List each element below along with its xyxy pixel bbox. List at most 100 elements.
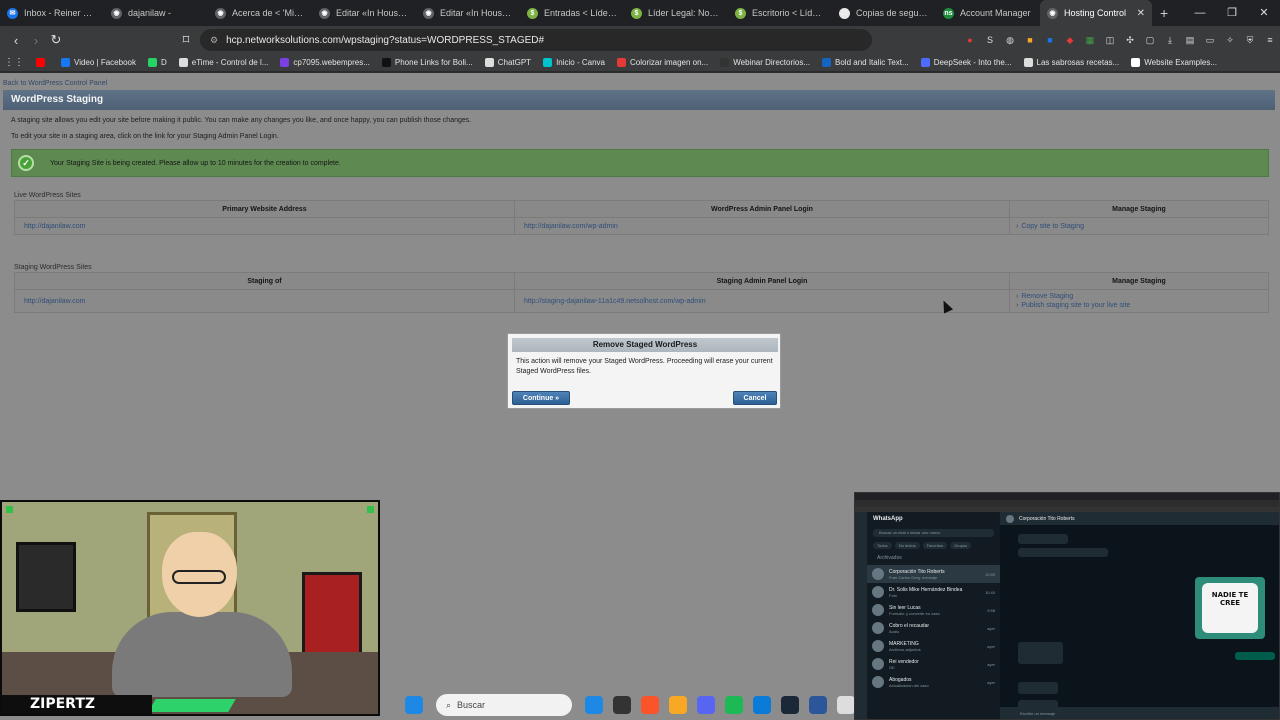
extension-5-icon[interactable]: ■: [1040, 35, 1060, 45]
wa-filter-chip[interactable]: Favoritos: [922, 542, 948, 549]
site-info-icon[interactable]: ⚙: [210, 35, 218, 46]
browser-tab[interactable]: □ Copias de seguridad: [832, 0, 936, 26]
description-text: A staging site allows you edit your site…: [11, 117, 472, 124]
apps-icon[interactable]: ⋮⋮: [4, 57, 24, 68]
taskbar-app-icon[interactable]: [641, 696, 659, 714]
bookmark-item[interactable]: eTime - Control de l...: [178, 58, 268, 67]
browser-tab[interactable]: $ Entradas < Líder Le: [520, 0, 624, 26]
staging-of-link[interactable]: http://dajanilaw.com: [24, 298, 85, 305]
sidebar-icon[interactable]: ▢: [1140, 35, 1160, 46]
bookmark-item[interactable]: Phone Links for Boli...: [381, 58, 473, 67]
back-to-control-panel-link[interactable]: Back to WordPress Control Panel: [3, 80, 107, 87]
taskbar-app-icon[interactable]: [837, 696, 855, 714]
vpn-icon[interactable]: ⛨: [1240, 35, 1260, 46]
taskbar-app-icon[interactable]: [669, 696, 687, 714]
taskbar-app-icon[interactable]: [753, 696, 771, 714]
publish-staging-link[interactable]: Publish staging site to your live site: [1021, 302, 1130, 309]
browser-tab[interactable]: $ Líder Legal: Noticias: [624, 0, 728, 26]
taskbar-app-icon[interactable]: [809, 696, 827, 714]
taskbar-app-icon[interactable]: [781, 696, 799, 714]
start-icon[interactable]: [405, 696, 423, 714]
bookmark-item[interactable]: Las sabrosas recetas...: [1023, 58, 1119, 67]
wa-search-input[interactable]: Buscar un chat o iniciar uno nuevo: [873, 529, 994, 537]
browser-tab[interactable]: ◉ Editar «In House ho: [312, 0, 416, 26]
minimize-button[interactable]: —: [1184, 0, 1216, 26]
bookmark-item[interactable]: ChatGPT: [484, 58, 531, 67]
browser-tab[interactable]: ns Account Manager: [936, 0, 1040, 26]
back-icon[interactable]: ‹: [6, 33, 26, 48]
new-tab-button[interactable]: +: [1160, 5, 1168, 21]
wa-filter-chip[interactable]: Todos: [873, 542, 892, 549]
bookmark-item[interactable]: [36, 58, 49, 67]
taskbar-app-icon[interactable]: [613, 696, 631, 714]
extension-1-icon[interactable]: ●: [960, 35, 980, 45]
bookmark-icon[interactable]: ⌑: [176, 32, 196, 48]
bookmark-item[interactable]: Video | Facebook: [61, 58, 136, 67]
browser-tab[interactable]: ✉ Inbox - Reiner Solis: [0, 0, 104, 26]
bookmark-favicon-icon: [36, 58, 45, 67]
copy-to-staging-link[interactable]: Copy site to Staging: [1021, 223, 1084, 230]
wa-chat-item[interactable]: MARKETING Archivos adjuntos ayer: [867, 637, 1000, 655]
wa-chat-item[interactable]: Sin leer Lucas Formato: y convertir en ca…: [867, 601, 1000, 619]
taskbar-app-icon[interactable]: [725, 696, 743, 714]
live-address-link[interactable]: http://dajanilaw.com: [24, 223, 85, 230]
taskbar-app-icon[interactable]: [697, 696, 715, 714]
bookmark-item[interactable]: Webinar Directorios...: [720, 58, 810, 67]
avatar: [872, 658, 884, 670]
wa-message-input[interactable]: Escribe un mensaje: [1000, 707, 1279, 719]
extension-7-icon[interactable]: ▦: [1080, 35, 1100, 46]
bookmark-favicon-icon: [1023, 58, 1033, 67]
staging-admin-link[interactable]: http://staging-dajanilaw-11a1c49.netsolh…: [524, 298, 706, 305]
extension-4-icon[interactable]: ■: [1020, 35, 1040, 45]
menu-icon[interactable]: ≡: [1260, 35, 1280, 45]
forward-icon[interactable]: ›: [26, 33, 46, 48]
bookmark-item[interactable]: D: [147, 58, 167, 67]
address-bar[interactable]: ⚙ hcp.networksolutions.com/wpstaging?sta…: [200, 29, 872, 51]
reading-list-icon[interactable]: ▤: [1180, 35, 1200, 46]
leo-icon[interactable]: ✧: [1220, 35, 1240, 46]
wallet-icon[interactable]: ▭: [1200, 35, 1220, 46]
maximize-button[interactable]: ❐: [1216, 0, 1248, 26]
extension-2-icon[interactable]: S: [980, 35, 1000, 45]
bullet-icon: ›: [1016, 302, 1019, 309]
extension-6-icon[interactable]: ◆: [1060, 35, 1080, 46]
puzzle-icon[interactable]: ✣: [1120, 35, 1140, 46]
cancel-button[interactable]: Cancel: [733, 391, 777, 405]
remove-staging-link[interactable]: Remove Staging: [1021, 293, 1073, 300]
browser-tab[interactable]: ◉ Hosting Control ✕: [1040, 0, 1152, 26]
close-window-button[interactable]: ✕: [1248, 0, 1280, 26]
extension-8-icon[interactable]: ◫: [1100, 35, 1120, 46]
wa-chat-item[interactable]: Corporación Tito Roberts Fran Carlos Greg…: [867, 565, 1000, 583]
tab-label: Líder Legal: Noticias: [648, 8, 721, 18]
wa-chat-item[interactable]: Abogados Actualización del caso ayer: [867, 673, 1000, 691]
wa-chat-item[interactable]: Cobro el recaudar Audio ayer: [867, 619, 1000, 637]
browser-tab[interactable]: ◉ Acerca de < 'Mi Sitio': [208, 0, 312, 26]
bookmark-item[interactable]: Inicio - Canva: [543, 58, 605, 67]
live-admin-link[interactable]: http://dajanilaw.com/wp-admin: [524, 223, 618, 230]
bookmark-item[interactable]: DeepSeek - Into the...: [920, 58, 1012, 67]
wa-archived[interactable]: Archivados: [867, 551, 1000, 565]
close-tab-icon[interactable]: ✕: [1137, 8, 1145, 19]
download-icon[interactable]: ⤓: [1160, 35, 1180, 46]
bookmark-item[interactable]: cp7095.webempres...: [280, 58, 370, 67]
tab-list: ✉ Inbox - Reiner Solis ◉ dajanilaw - ◉ Acerca…: [0, 0, 1152, 26]
wa-chat-text: MARKETING Archivos adjuntos: [889, 641, 987, 652]
bookmark-favicon-icon: [61, 58, 70, 67]
search-icon: ⌕: [446, 699, 452, 710]
reload-icon[interactable]: ↻: [46, 32, 66, 48]
bookmark-item[interactable]: Colorizar imagen on...: [616, 58, 708, 67]
browser-tab[interactable]: ◉ dajanilaw -: [104, 0, 208, 26]
browser-tab[interactable]: $ Escritorio < Líder Le: [728, 0, 832, 26]
continue-button[interactable]: Continue »: [512, 391, 570, 405]
extension-3-icon[interactable]: ◍: [1000, 35, 1020, 46]
taskbar-app-icon[interactable]: [585, 696, 603, 714]
bookmark-item[interactable]: Bold and Italic Text...: [822, 58, 909, 67]
taskbar-search[interactable]: ⌕ Buscar: [436, 694, 572, 716]
browser-tab[interactable]: ◉ Editar «In House ho: [416, 0, 520, 26]
bookmark-item[interactable]: Website Examples...: [1131, 58, 1217, 67]
wa-chat-item[interactable]: Dr. Solis Mike Hernández Bindea Foto 10:40: [867, 583, 1000, 601]
wa-filter-chip[interactable]: No leídos: [894, 542, 920, 549]
wa-filter-chip[interactable]: Grupos: [950, 542, 972, 549]
wa-chat-item[interactable]: Rei vendedor OK ayer: [867, 655, 1000, 673]
avatar: [872, 568, 884, 580]
